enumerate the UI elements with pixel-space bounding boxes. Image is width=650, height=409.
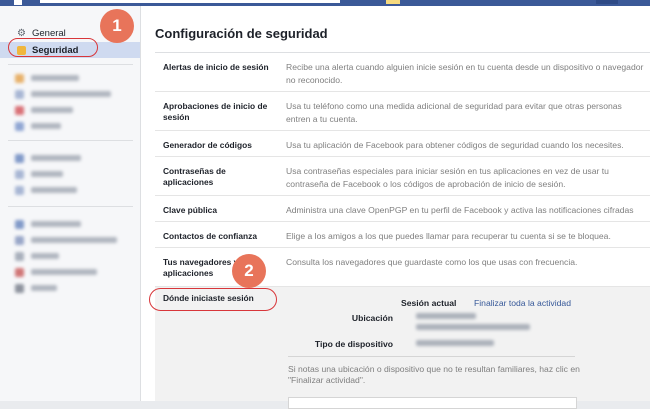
page-title: Configuración de seguridad (155, 26, 328, 41)
sidebar-item-blurred[interactable] (15, 185, 125, 195)
callout-badge-2: 2 (232, 254, 266, 288)
location-value-redacted (416, 324, 530, 330)
sidebar-item-blurred[interactable] (15, 105, 125, 115)
settings-sidebar: ⚙ General Seguridad (0, 6, 141, 401)
unfamiliar-location-note: Si notas una ubicación o dispositivo que… (288, 364, 580, 385)
setting-description: Usa tu aplicación de Facebook para obten… (286, 140, 624, 150)
section-divider (288, 356, 575, 357)
setting-label: Generador de códigos (163, 140, 252, 150)
sidebar-item-blurred[interactable] (15, 251, 125, 261)
sidebar-item-label: General (32, 27, 66, 39)
setting-description: Consulta los navegadores que guardaste c… (286, 257, 578, 267)
setting-row-public-key[interactable]: Clave pública Administra una clave OpenP… (155, 196, 650, 222)
setting-label: Aprobaciones de inicio de sesión (163, 101, 268, 122)
end-all-activity-link[interactable]: Finalizar toda la actividad (474, 298, 571, 308)
account-menu[interactable] (596, 0, 618, 4)
sidebar-item-blurred[interactable] (15, 219, 125, 229)
setting-description: Recibe una alerta cuando alguien inicie … (286, 62, 644, 85)
sidebar-item-blurred[interactable] (15, 235, 125, 245)
sidebar-item-blurred[interactable] (15, 121, 125, 131)
setting-label: Clave pública (163, 205, 217, 215)
search-bar[interactable] (40, 0, 340, 3)
setting-description: Usa contraseñas especiales para iniciar … (286, 166, 609, 189)
device-type-label: Tipo de dispositivo (314, 339, 393, 349)
setting-row-code-generator[interactable]: Generador de códigos Usa tu aplicación d… (155, 131, 650, 157)
sidebar-item-blurred[interactable] (15, 73, 125, 83)
sidebar-divider (8, 140, 133, 141)
sidebar-item-blurred[interactable] (15, 89, 125, 99)
device-value-redacted (416, 340, 494, 346)
setting-row-browsers-apps[interactable]: Tus navegadores y aplicaciones Consulta … (155, 248, 650, 287)
facebook-logo[interactable] (14, 0, 22, 5)
location-label: Ubicación (351, 313, 393, 323)
setting-label: Alertas de inicio de sesión (163, 62, 269, 72)
setting-row-trusted-contacts[interactable]: Contactos de confianza Elige a los amigo… (155, 222, 650, 248)
callout-badge-1: 1 (100, 9, 134, 43)
location-value-redacted (416, 313, 476, 319)
setting-row-app-passwords[interactable]: Contraseñas de aplicaciones Usa contrase… (155, 157, 650, 196)
sidebar-divider (8, 206, 133, 207)
sidebar-divider (8, 64, 133, 65)
highlight-ring-login-locations (149, 288, 277, 311)
current-session-label: Sesión actual (401, 298, 457, 308)
sidebar-item-blurred[interactable] (15, 153, 125, 163)
gear-icon: ⚙ (17, 27, 26, 39)
security-settings-panel: Configuración de seguridad Alertas de in… (141, 6, 650, 409)
notification-icon[interactable] (386, 0, 400, 4)
setting-label: Contactos de confianza (163, 231, 257, 241)
highlight-ring-security (8, 38, 98, 57)
location-entry-box[interactable] (288, 397, 577, 409)
setting-label: Contraseñas de aplicaciones (163, 166, 226, 187)
setting-row-login-approvals[interactable]: Aprobaciones de inicio de sesión Usa tu … (155, 92, 650, 131)
sidebar-item-blurred[interactable] (15, 283, 125, 293)
setting-description: Administra una clave OpenPGP en tu perfi… (286, 205, 634, 215)
setting-row-login-alerts[interactable]: Alertas de inicio de sesión Recibe una a… (155, 53, 650, 92)
sidebar-item-blurred[interactable] (15, 169, 125, 179)
setting-description: Usa tu teléfono como una medida adiciona… (286, 101, 622, 124)
setting-description: Elige a los amigos a los que puedes llam… (286, 231, 611, 241)
sidebar-item-blurred[interactable] (15, 267, 125, 277)
